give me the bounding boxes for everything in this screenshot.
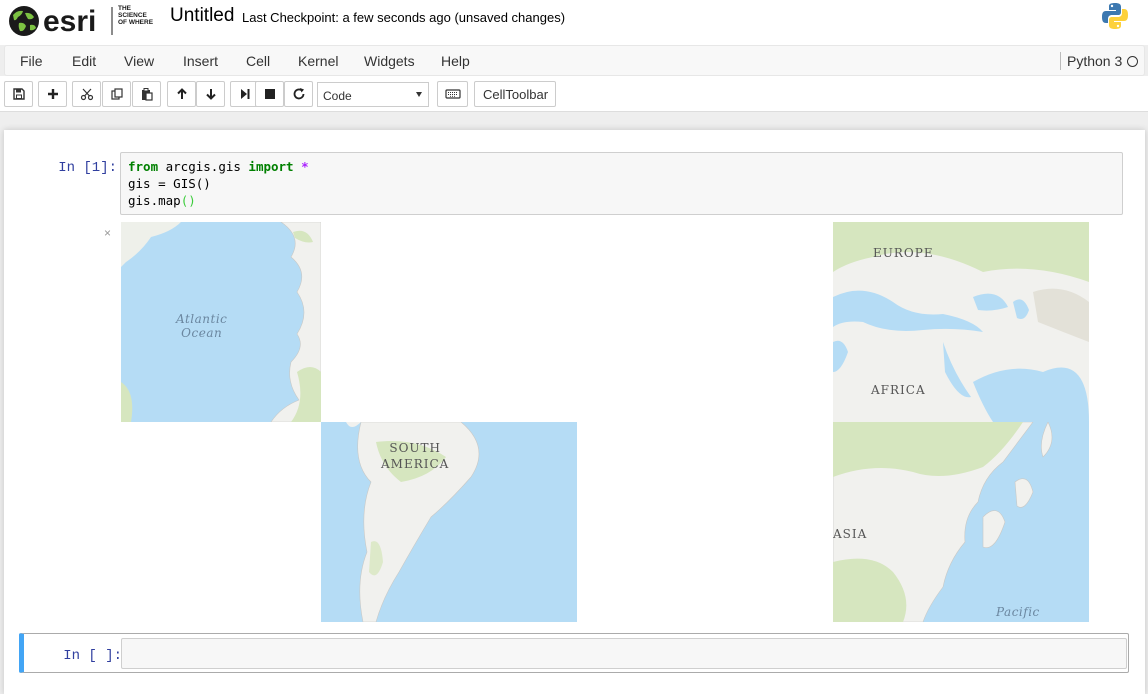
esri-logo[interactable]: esri THE SCIENCE OF WHERE: [7, 3, 157, 39]
close-output-icon[interactable]: ×: [104, 226, 111, 240]
insert-cell-below-button[interactable]: [38, 81, 67, 107]
move-up-button[interactable]: [167, 81, 196, 107]
menubar: File Edit View Insert Cell Kernel Widget…: [4, 45, 1145, 76]
menu-edit[interactable]: Edit: [72, 53, 96, 69]
kernel-idle-circle-icon: [1127, 56, 1138, 67]
notebook-container: In [1]: from arcgis.gis import * gis = GI…: [4, 130, 1145, 694]
celltoolbar-button[interactable]: CellToolbar: [474, 81, 556, 107]
menu-widgets[interactable]: Widgets: [364, 53, 415, 69]
floppy-disk-icon: [12, 88, 25, 100]
command-palette-button[interactable]: [437, 81, 468, 107]
map-label-south-america: SOUTH AMERICA: [381, 441, 450, 471]
kernel-name: Python 3: [1067, 53, 1123, 69]
code-line: gis = GIS(): [128, 176, 211, 191]
checkpoint-status: Last Checkpoint: a few seconds ago (unsa…: [242, 10, 566, 25]
map-tile-atlantic: Atlantic Ocean: [121, 222, 321, 422]
code-cell-input[interactable]: from arcgis.gis import * gis = GIS() gis.m…: [120, 152, 1123, 215]
keyboard-icon: [444, 89, 461, 99]
menu-kernel[interactable]: Kernel: [298, 53, 338, 69]
step-forward-icon: [240, 89, 249, 99]
menu-help[interactable]: Help: [441, 53, 470, 69]
menu-view[interactable]: View: [124, 53, 154, 69]
interrupt-button[interactable]: [255, 81, 284, 107]
esri-wordmark: esri: [43, 5, 96, 38]
code-line: gis.map(): [128, 193, 196, 208]
save-button[interactable]: [4, 81, 33, 107]
map-widget[interactable]: Atlantic Ocean SOUTH AMERICA EUROPE AFRI…: [121, 222, 1089, 622]
code-line: from arcgis.gis import *: [128, 159, 309, 174]
map-tile-asia-pacific: ASIA Pacific: [833, 422, 1089, 622]
menu-insert[interactable]: Insert: [183, 53, 218, 69]
stop-icon: [264, 89, 275, 99]
cut-button[interactable]: [72, 81, 101, 107]
kernel-divider: [1060, 52, 1061, 70]
notebook-title[interactable]: Untitled: [170, 5, 234, 27]
chevron-down-icon: [416, 92, 422, 97]
arrow-down-icon: [205, 89, 216, 100]
menu-file[interactable]: File: [20, 53, 43, 69]
header: esri THE SCIENCE OF WHERE Untitled Last …: [0, 0, 1148, 45]
map-label-europe: EUROPE: [873, 246, 934, 260]
esri-tagline: THE SCIENCE OF WHERE: [118, 5, 154, 26]
copy-icon: [110, 88, 123, 100]
code-cell-input[interactable]: [121, 638, 1127, 669]
copy-button[interactable]: [102, 81, 131, 107]
restart-button[interactable]: [284, 81, 313, 107]
scissors-icon: [80, 88, 93, 101]
map-label-africa: AFRICA: [871, 383, 926, 397]
cell-type-select[interactable]: Code: [317, 82, 429, 107]
plus-icon: [47, 89, 58, 99]
arrow-up-icon: [176, 88, 187, 99]
map-label-asia: ASIA: [833, 527, 868, 541]
paste-icon: [141, 88, 153, 101]
paste-button[interactable]: [132, 81, 161, 107]
map-tile-south-america: SOUTH AMERICA: [321, 422, 577, 622]
refresh-icon: [293, 88, 304, 100]
map-label-pacific: Pacific: [996, 605, 1040, 619]
map-tile-europe-africa: EUROPE AFRICA: [833, 222, 1089, 422]
cell-type-value: Code: [323, 89, 352, 103]
cell-prompt: In [1]:: [58, 160, 117, 176]
code-cell-selected[interactable]: In [ ]:: [19, 633, 1129, 673]
toolbar: Code CellToolbar: [0, 76, 1148, 112]
cell-prompt: In [ ]:: [63, 648, 122, 664]
move-down-button[interactable]: [196, 81, 225, 107]
map-label-atlantic-ocean: Atlantic Ocean: [176, 312, 228, 340]
python-logo-icon: [1100, 1, 1130, 31]
menu-cell[interactable]: Cell: [246, 53, 270, 69]
